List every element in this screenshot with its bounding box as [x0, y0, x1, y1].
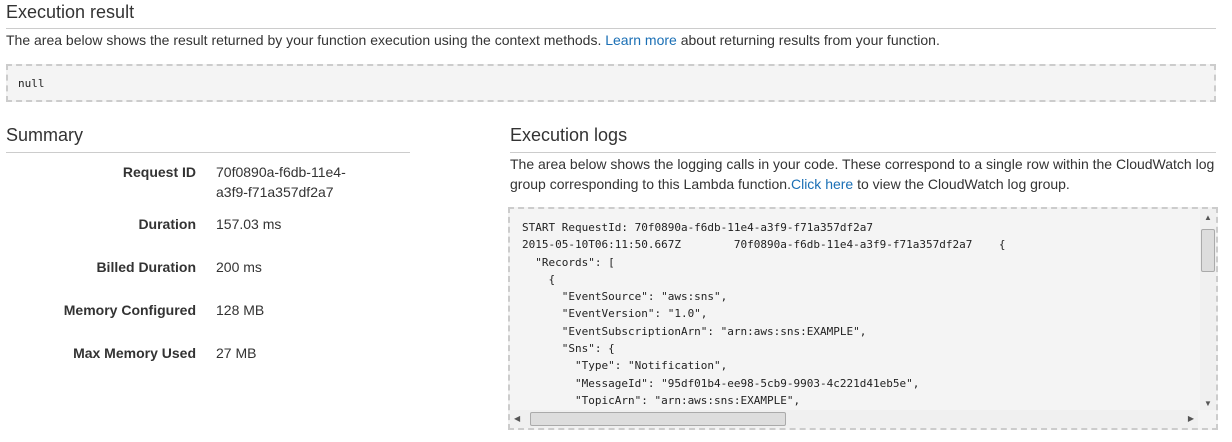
- divider: [6, 152, 410, 153]
- request-id-value: 70f0890a-f6db-11e4-a3f9-f71a357df2a7: [216, 164, 346, 200]
- execution-logs-description: The area below shows the logging calls i…: [510, 154, 1216, 194]
- execution-logs-title: Execution logs: [510, 125, 628, 145]
- execution-result-description: The area below shows the result returned…: [6, 30, 940, 50]
- log-line: "Type": "Notification",: [522, 359, 728, 373]
- desc-text: about returning results from your functi…: [676, 32, 940, 48]
- log-line: "MessageId": "95df01b4-ee98-5cb9-9903-4c…: [522, 376, 920, 390]
- horizontal-scroll-thumb[interactable]: [530, 412, 786, 426]
- result-value: null: [18, 77, 45, 90]
- duration-value: 157.03 ms: [216, 216, 282, 232]
- learn-more-link[interactable]: Learn more: [605, 32, 677, 48]
- memory-configured-label: Memory Configured: [63, 302, 196, 318]
- log-output-box[interactable]: START RequestId: 70f0890a-f6db-11e4-a3f9…: [508, 207, 1218, 430]
- scroll-up-icon[interactable]: ▲: [1204, 213, 1212, 222]
- log-line: "TopicArn": "arn:aws:sns:EXAMPLE",: [522, 393, 801, 407]
- desc-text: to view the CloudWatch log group.: [853, 176, 1070, 192]
- vertical-scroll-thumb[interactable]: [1201, 229, 1215, 272]
- log-line: "Records": [: [522, 255, 615, 269]
- log-line: "EventSource": "aws:sns",: [522, 290, 728, 304]
- scroll-right-icon[interactable]: ▶: [1188, 414, 1194, 423]
- log-line: "Sns": {: [522, 342, 615, 356]
- billed-duration-value: 200 ms: [216, 259, 262, 275]
- divider: [6, 28, 1216, 29]
- result-output-box: null: [6, 64, 1216, 102]
- duration-label: Duration: [138, 216, 196, 232]
- scroll-down-icon[interactable]: ▼: [1204, 399, 1212, 408]
- log-line: START RequestId: 70f0890a-f6db-11e4-a3f9…: [522, 221, 873, 234]
- request-id-label: Request ID: [122, 164, 196, 180]
- memory-configured-value: 128 MB: [216, 302, 265, 318]
- log-line: 2015-05-10T06:11:50.667Z 70f0890a-f6db-1…: [522, 238, 1006, 252]
- log-line: {: [522, 272, 556, 286]
- summary-title: Summary: [6, 125, 84, 145]
- max-memory-value: 27 MB: [216, 345, 257, 361]
- vertical-scrollbar[interactable]: ▲ ▼: [1200, 209, 1216, 410]
- horizontal-scrollbar[interactable]: ◀ ▶: [510, 410, 1198, 428]
- log-text: START RequestId: 70f0890a-f6db-11e4-a3f9…: [522, 219, 1005, 409]
- billed-duration-label: Billed Duration: [96, 259, 196, 275]
- log-line: "EventVersion": "1.0",: [522, 307, 708, 321]
- desc-text: The area below shows the result returned…: [6, 32, 606, 48]
- scroll-left-icon[interactable]: ◀: [514, 414, 520, 423]
- execution-result-title: Execution result: [6, 2, 135, 22]
- log-line: "EventSubscriptionArn": "arn:aws:sns:EXA…: [522, 324, 867, 338]
- cloudwatch-link[interactable]: Click here: [791, 176, 853, 192]
- max-memory-label: Max Memory Used: [73, 345, 196, 361]
- divider: [510, 152, 1216, 153]
